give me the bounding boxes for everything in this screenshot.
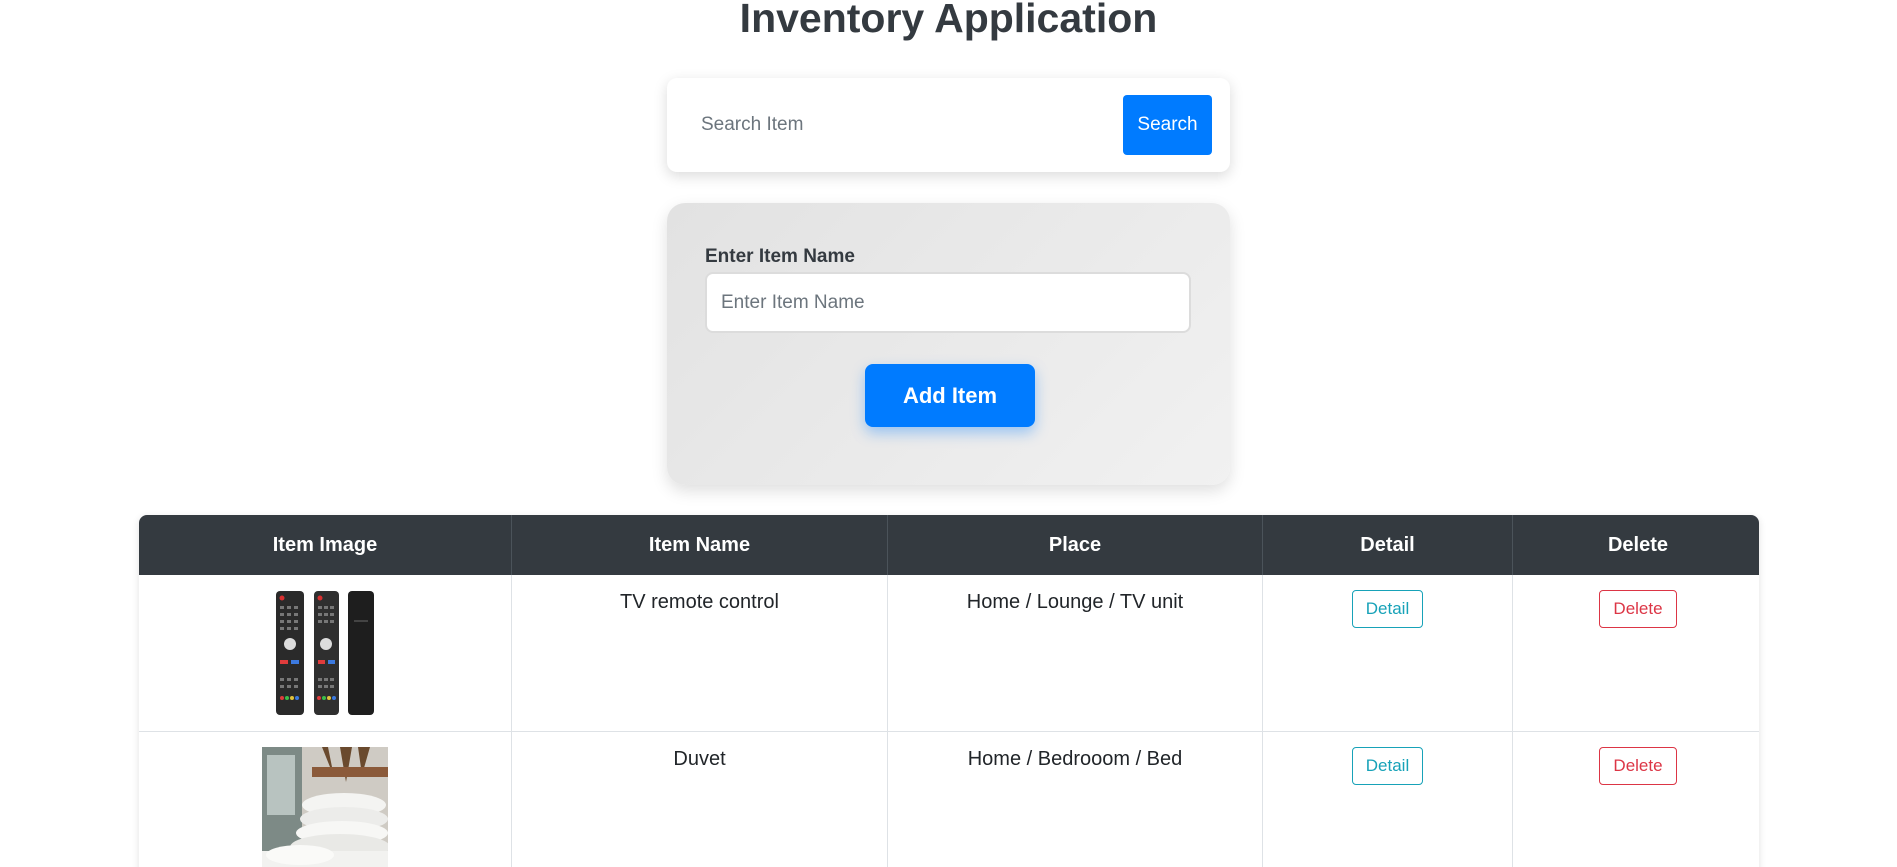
table-row: TV remote control Home / Lounge / TV uni… [139, 575, 1759, 732]
duvet-image [262, 747, 388, 867]
detail-cell: Detail [1262, 731, 1513, 867]
detail-button[interactable]: Detail [1351, 747, 1424, 785]
item-name-input[interactable] [705, 272, 1191, 333]
search-input[interactable] [686, 95, 1090, 155]
add-item-card: Enter Item Name Add Item [667, 203, 1230, 485]
item-image-cell [139, 575, 512, 732]
item-name-cell: Duvet [511, 731, 888, 867]
delete-cell: Delete [1512, 575, 1759, 732]
page-title: Inventory Application [739, 0, 1158, 41]
column-header-delete: Delete [1512, 515, 1759, 575]
column-header-item-name: Item Name [511, 515, 888, 575]
table-row: Duvet Home / Bedrooom / Bed Detail Delet… [139, 731, 1759, 867]
add-item-button[interactable]: Add Item [865, 364, 1035, 427]
delete-cell: Delete [1512, 731, 1759, 867]
item-place-cell: Home / Lounge / TV unit [887, 575, 1263, 732]
column-header-item-image: Item Image [139, 515, 512, 575]
delete-button[interactable]: Delete [1599, 590, 1677, 628]
item-name-label: Enter Item Name [705, 246, 855, 267]
delete-button[interactable]: Delete [1599, 747, 1677, 785]
column-header-place: Place [887, 515, 1263, 575]
table-header-row: Item Image Item Name Place Detail Delete [139, 515, 1759, 575]
item-place-cell: Home / Bedrooom / Bed [887, 731, 1263, 867]
search-card: Search [667, 78, 1230, 172]
tv-remote-image [262, 590, 388, 716]
column-header-detail: Detail [1262, 515, 1513, 575]
search-button[interactable]: Search [1123, 95, 1212, 155]
detail-button[interactable]: Detail [1351, 590, 1424, 628]
inventory-table: Item Image Item Name Place Detail Delete [139, 515, 1759, 867]
item-image-cell [139, 731, 512, 867]
inventory-table-container: Item Image Item Name Place Detail Delete [139, 515, 1759, 867]
inventory-page: Inventory Application Search Enter Item … [0, 0, 1897, 867]
detail-cell: Detail [1262, 575, 1513, 732]
item-name-cell: TV remote control [511, 575, 888, 732]
